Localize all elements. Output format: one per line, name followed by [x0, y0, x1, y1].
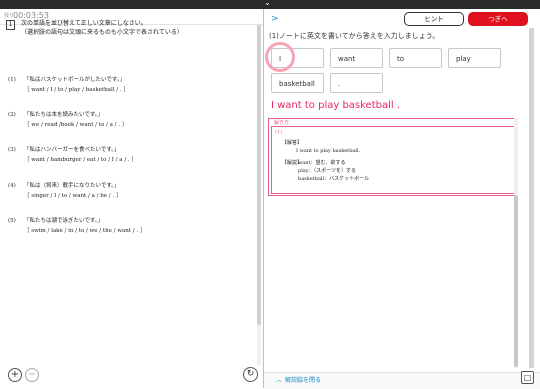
- question-words: ［ swim / lake / in / to / we / the / wan…: [24, 228, 146, 234]
- question-words: ［ we / read /book / want / to / a / . ］: [24, 122, 128, 128]
- word-chip[interactable]: play: [448, 48, 501, 68]
- word-chip[interactable]: .: [330, 73, 383, 93]
- close-explanation-label: 解説脇を閉る: [285, 377, 322, 384]
- question-japanese: 「私たちは湖で泳ぎたいです。」: [24, 218, 104, 224]
- explanation-box: (1) 【解答】 I want to play basketball. 【解説】…: [271, 126, 515, 194]
- question-japanese: 「私たちは本を読みたいです。」: [24, 112, 104, 118]
- word-chip[interactable]: basketball: [271, 73, 324, 93]
- word-chip[interactable]: to: [389, 48, 442, 68]
- close-explanation-button[interactable]: ︿ 解説脇を閉る: [276, 375, 321, 384]
- question-words: ［ want / hamburger / eat / to / I / a / …: [24, 157, 137, 163]
- next-button[interactable]: つぎへ: [468, 12, 528, 26]
- top-bar: ⌄: [0, 0, 540, 9]
- question-words: ［ singer / I / to / want / a / be / . ］: [24, 193, 122, 199]
- instruction-line-2: （選択肢の語句は文頭に来るものも小文字で表されている）: [21, 29, 183, 36]
- commentary-line: play：（スポーツを）する: [298, 168, 357, 174]
- question-words: ［ want / I / to / play / basketball / . …: [24, 87, 129, 93]
- collapse-chevron-icon[interactable]: ⌄: [264, 0, 271, 8]
- nav-arrow-icon[interactable]: >: [271, 14, 279, 24]
- answer-heading: 【解答】: [282, 140, 303, 146]
- side-rail[interactable]: [529, 28, 534, 368]
- dock-icon[interactable]: □: [521, 371, 534, 384]
- explanation-item-number: (1): [275, 129, 283, 135]
- zoom-in-button[interactable]: +: [8, 368, 22, 382]
- instruction-line-1: 次の単語を並び替えて正しい文章にしなさい。: [21, 20, 147, 27]
- left-scrollbar-thumb[interactable]: [257, 25, 261, 325]
- refresh-icon[interactable]: ↻: [243, 367, 258, 382]
- commentary-line: want：望む、欲する: [298, 160, 346, 166]
- answer-text: I want to play basketball.: [296, 148, 361, 154]
- question-num: (2): [8, 112, 16, 118]
- question-num: (4): [8, 183, 16, 189]
- tap-highlight-ring: [265, 42, 295, 72]
- question-number-box: 1: [6, 20, 15, 30]
- word-chip[interactable]: want: [330, 48, 383, 68]
- commentary-line: basketball：バスケットボール: [298, 176, 370, 182]
- right-scrollbar-thumb[interactable]: [514, 195, 518, 367]
- question-japanese: 「私はハンバーガーを食べたいです。」: [24, 147, 120, 153]
- question-num: (3): [8, 147, 16, 153]
- chevron-up-icon: ︿: [276, 377, 283, 384]
- explanation-label: 解き方: [274, 120, 290, 126]
- question-japanese: 「私は（将来）歌手になりたいです。」: [24, 183, 120, 189]
- question-num: (1): [8, 77, 16, 83]
- zoom-out-button[interactable]: −: [25, 368, 39, 382]
- hint-button[interactable]: ヒント: [404, 12, 464, 26]
- answer-sentence: I want to play basketball .: [271, 100, 401, 111]
- question-num: (5): [8, 218, 16, 224]
- question-instruction: (1)ノートに英文を書いてから答えを入力しましょう。: [269, 32, 440, 40]
- question-japanese: 「私はバスケットボールがしたいです。」: [24, 77, 126, 83]
- instructions: 次の単語を並び替えて正しい文章にしなさい。 （選択肢の語句は文頭に来るものも小文…: [21, 19, 183, 37]
